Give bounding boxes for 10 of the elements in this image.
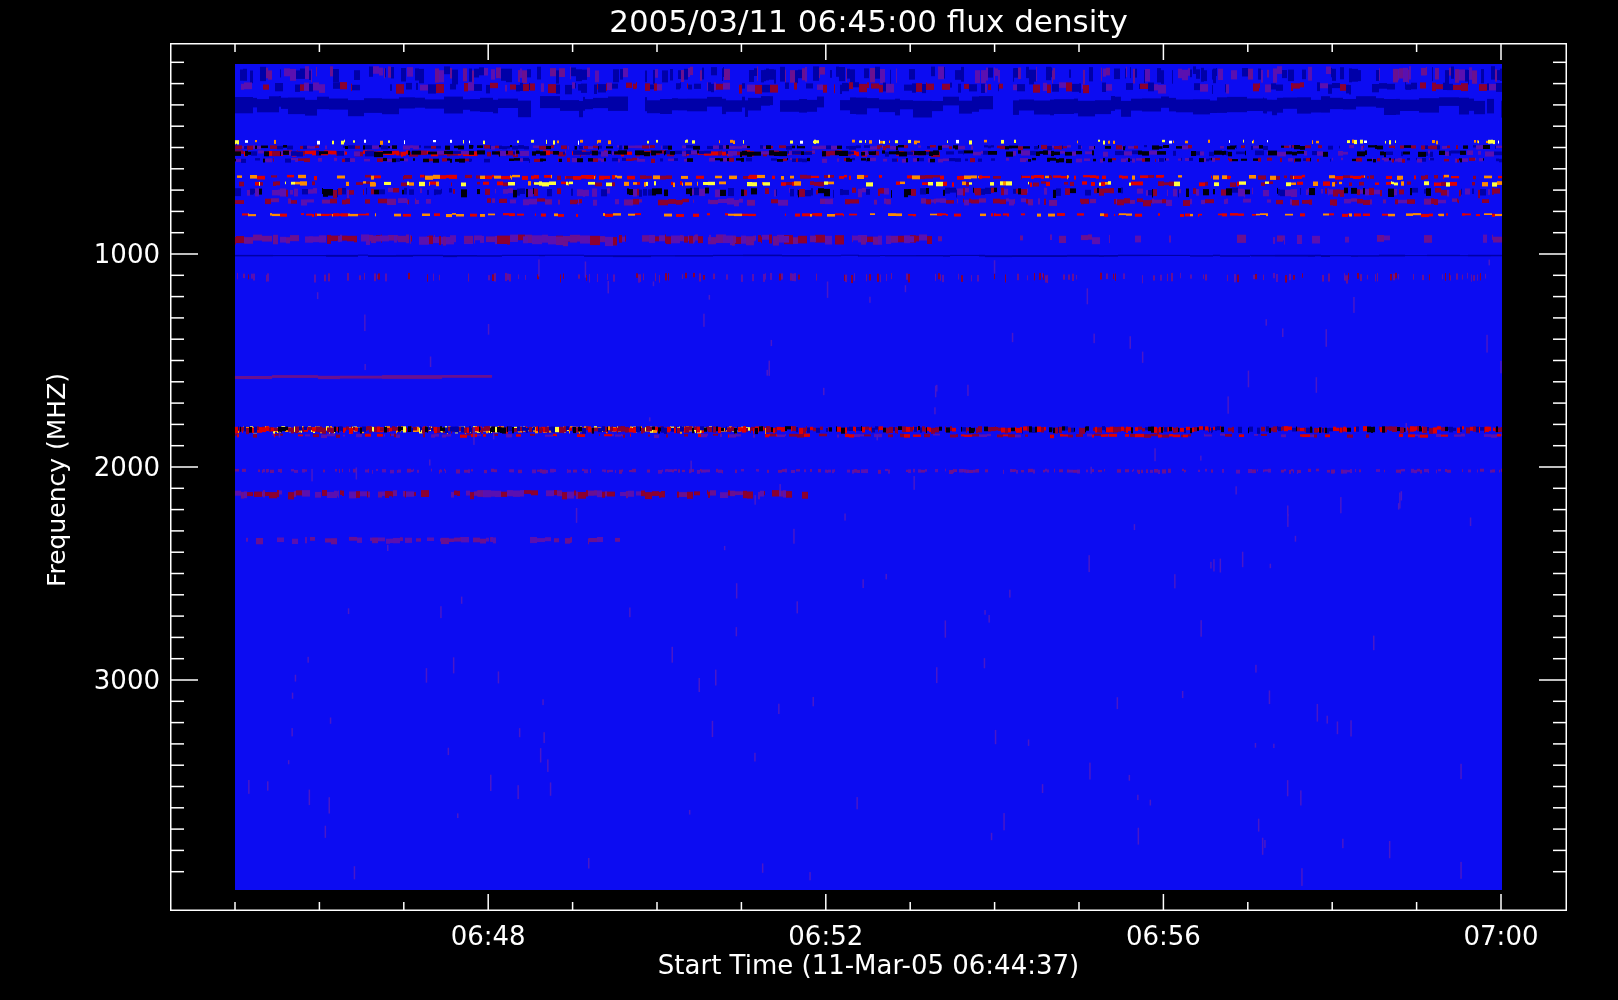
y-axis-label: Frequency (MHZ) — [43, 372, 69, 588]
x-tick-label: 06:56 — [1125, 923, 1201, 949]
y-tick-label: 2000 — [93, 454, 160, 480]
chart-title: 2005/03/11 06:45:00 flux density — [609, 6, 1128, 37]
y-tick-label: 3000 — [93, 667, 160, 693]
x-axis-label: Start Time (11-Mar-05 06:44:37) — [657, 952, 1080, 978]
y-tick-label: 1000 — [93, 241, 160, 267]
x-tick-label: 06:52 — [788, 923, 864, 949]
x-tick-label: 07:00 — [1463, 923, 1539, 949]
x-tick-label: 06:48 — [450, 923, 526, 949]
